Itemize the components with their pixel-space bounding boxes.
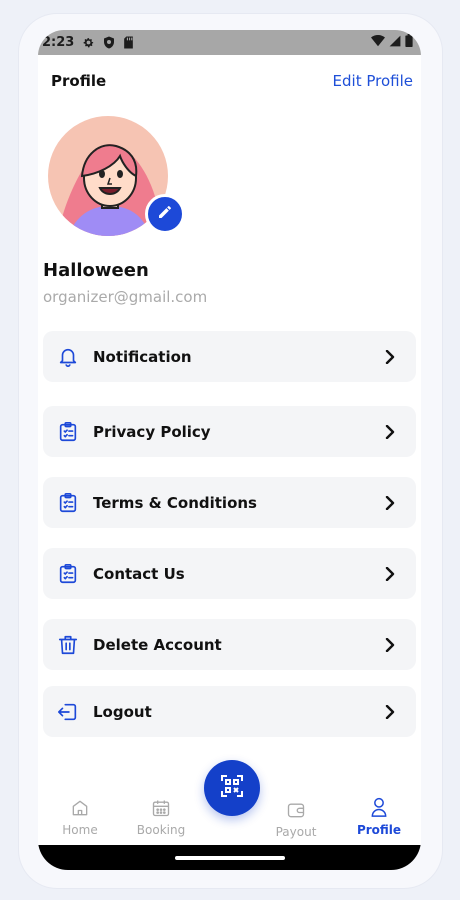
nav-label: Payout bbox=[275, 825, 317, 839]
qr-scan-icon bbox=[220, 774, 244, 802]
menu-item-delete-account[interactable]: Delete Account bbox=[43, 619, 416, 670]
chevron-right-icon bbox=[384, 566, 396, 581]
pencil-icon bbox=[157, 204, 173, 224]
menu-item-label: Privacy Policy bbox=[93, 422, 211, 441]
menu-item-label: Delete Account bbox=[93, 635, 222, 654]
status-time: 2:23 bbox=[42, 35, 75, 50]
menu-item-label: Notification bbox=[93, 347, 192, 366]
settings-gear-icon bbox=[82, 36, 95, 49]
status-bar: 2:23 bbox=[38, 30, 421, 55]
trash-icon bbox=[57, 634, 79, 656]
qr-scan-button[interactable] bbox=[204, 760, 260, 816]
menu-item-label: Terms & Conditions bbox=[93, 493, 257, 512]
nav-label: Profile bbox=[356, 823, 402, 837]
nav-label: Booking bbox=[136, 823, 186, 837]
menu-item-logout[interactable]: Logout bbox=[43, 686, 416, 737]
bell-icon bbox=[57, 346, 79, 368]
wifi-icon bbox=[371, 34, 385, 51]
nav-label: Home bbox=[62, 823, 98, 837]
user-name: Halloween bbox=[43, 260, 149, 281]
logout-icon bbox=[57, 701, 79, 723]
chevron-right-icon bbox=[384, 495, 396, 510]
nav-item-home[interactable]: Home bbox=[45, 798, 115, 837]
nav-item-payout[interactable]: Payout bbox=[261, 800, 331, 839]
calendar-icon bbox=[151, 798, 171, 821]
menu-item-label: Contact Us bbox=[93, 564, 185, 583]
edit-avatar-button[interactable] bbox=[145, 194, 185, 234]
menu-item-contact-us[interactable]: Contact Us bbox=[43, 548, 416, 599]
edit-profile-link[interactable]: Edit Profile bbox=[333, 72, 413, 90]
home-icon bbox=[70, 798, 90, 821]
chevron-right-icon bbox=[384, 349, 396, 364]
page-title: Profile bbox=[51, 72, 107, 90]
avatar-section bbox=[48, 116, 185, 244]
chevron-right-icon bbox=[384, 424, 396, 439]
menu-item-notification[interactable]: Notification bbox=[43, 331, 416, 382]
gesture-bar bbox=[38, 845, 421, 870]
battery-icon bbox=[405, 34, 413, 51]
clipboard-list-icon bbox=[57, 563, 79, 585]
menu-item-label: Logout bbox=[93, 702, 152, 721]
header-bar: Profile Edit Profile bbox=[38, 72, 421, 90]
home-gesture-handle[interactable] bbox=[174, 855, 285, 860]
sd-card-icon bbox=[123, 36, 134, 49]
app-screen: 2:23 Profile Edit Profile Halloween orga… bbox=[38, 30, 421, 870]
clipboard-list-icon bbox=[57, 421, 79, 443]
menu-item-terms-conditions[interactable]: Terms & Conditions bbox=[43, 477, 416, 528]
user-email: organizer@gmail.com bbox=[43, 288, 208, 306]
cell-signal-icon bbox=[389, 35, 401, 51]
shield-icon bbox=[103, 36, 115, 49]
chevron-right-icon bbox=[384, 704, 396, 719]
wallet-icon bbox=[286, 800, 306, 823]
chevron-right-icon bbox=[384, 637, 396, 652]
nav-item-booking[interactable]: Booking bbox=[126, 798, 196, 837]
clipboard-list-icon bbox=[57, 492, 79, 514]
menu-item-privacy-policy[interactable]: Privacy Policy bbox=[43, 406, 416, 457]
user-icon bbox=[369, 796, 389, 821]
nav-item-profile[interactable]: Profile bbox=[344, 796, 414, 837]
